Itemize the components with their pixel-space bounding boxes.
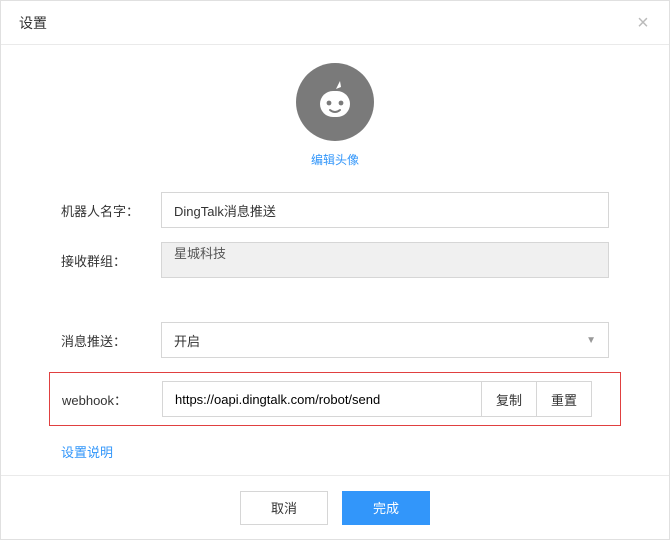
copy-button[interactable]: 复制 bbox=[481, 381, 537, 417]
avatar-section: 编辑头像 bbox=[61, 63, 609, 168]
robot-name-row: 机器人名字： bbox=[61, 192, 609, 228]
webhook-label: webhook： bbox=[50, 390, 162, 409]
robot-name-input[interactable] bbox=[161, 192, 609, 228]
dialog-body: 编辑头像 机器人名字： 接收群组： 星城科技 消息推送： 开启 ▼ webhoo… bbox=[1, 45, 669, 461]
webhook-row: webhook： 复制 重置 bbox=[49, 372, 621, 426]
robot-icon bbox=[310, 77, 360, 127]
push-label: 消息推送： bbox=[61, 331, 161, 350]
push-dropdown-value: 开启 bbox=[174, 331, 200, 350]
close-icon[interactable]: × bbox=[631, 11, 655, 35]
settings-dialog: 设置 × 编辑头像 机器人名字： 接收群组： 星城科技 bbox=[0, 0, 670, 540]
group-label: 接收群组： bbox=[61, 251, 161, 270]
group-value: 星城科技 bbox=[161, 242, 609, 278]
reset-button[interactable]: 重置 bbox=[537, 381, 592, 417]
cancel-button[interactable]: 取消 bbox=[240, 491, 328, 525]
push-dropdown[interactable]: 开启 ▼ bbox=[161, 322, 609, 358]
dialog-title: 设置 bbox=[19, 13, 47, 33]
dialog-footer: 取消 完成 bbox=[1, 475, 669, 539]
robot-name-label: 机器人名字： bbox=[61, 201, 161, 220]
webhook-input[interactable] bbox=[162, 381, 481, 417]
push-row: 消息推送： 开启 ▼ bbox=[61, 322, 609, 358]
group-row: 接收群组： 星城科技 bbox=[61, 242, 609, 278]
confirm-button[interactable]: 完成 bbox=[342, 491, 430, 525]
dialog-header: 设置 × bbox=[1, 1, 669, 45]
edit-avatar-link[interactable]: 编辑头像 bbox=[61, 151, 609, 168]
help-link[interactable]: 设置说明 bbox=[61, 442, 113, 461]
chevron-down-icon: ▼ bbox=[586, 335, 596, 346]
robot-avatar[interactable] bbox=[296, 63, 374, 141]
